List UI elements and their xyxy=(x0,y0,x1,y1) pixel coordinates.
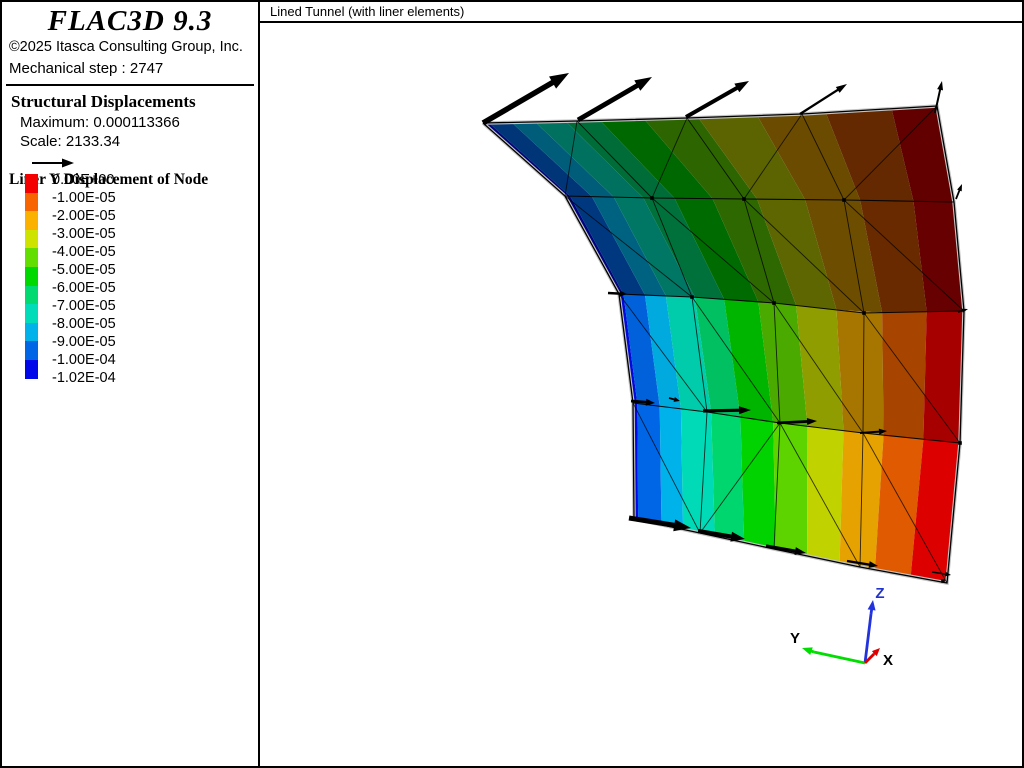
axis-line xyxy=(813,650,866,665)
mesh-node-tick xyxy=(772,301,776,305)
contour-band xyxy=(807,426,844,563)
z-axis-label: Z xyxy=(875,585,884,602)
vector-arrow-head xyxy=(549,73,569,89)
contour-band xyxy=(882,311,927,440)
mesh-node-tick xyxy=(650,196,654,200)
axis-line xyxy=(863,613,873,664)
vector-arrow-shaft xyxy=(481,79,556,126)
vector-arrow-head xyxy=(867,600,876,611)
contour-band xyxy=(637,403,662,525)
vector-arrow-head xyxy=(734,81,749,93)
vector-arrow-shaft xyxy=(630,399,649,404)
axis-triad: Z Y X xyxy=(790,585,893,669)
displacement-contour-mesh xyxy=(483,106,964,583)
contour-band xyxy=(923,311,964,443)
contour-band xyxy=(711,412,745,543)
axis-triad-arrows xyxy=(802,600,880,665)
vector-arrow-head xyxy=(937,81,944,91)
contour-band xyxy=(836,309,884,436)
mesh-node-tick xyxy=(862,311,866,315)
contour-band xyxy=(680,408,715,537)
vector-arrow-head xyxy=(802,647,813,655)
contour-band xyxy=(740,417,776,550)
mesh-node-tick xyxy=(742,197,746,201)
vector-arrow-head xyxy=(634,77,652,91)
mesh-node-tick xyxy=(690,295,694,299)
vector-arrow-shaft xyxy=(799,87,841,115)
vector-arrow-shaft xyxy=(702,408,742,413)
vector-arrow-head xyxy=(957,184,962,192)
mesh-node-tick xyxy=(958,441,962,445)
y-axis-label: Y xyxy=(790,630,800,647)
vector-arrow-shaft xyxy=(776,420,810,425)
vector-arrow-shaft xyxy=(576,82,641,123)
mesh-node-tick xyxy=(941,579,945,583)
vector-arrow-shaft xyxy=(607,291,623,296)
model-viewport[interactable]: Z Y X xyxy=(2,2,1024,768)
mesh-node-tick xyxy=(842,198,846,202)
x-axis-label: X xyxy=(883,652,893,669)
vector-arrow-head xyxy=(835,84,847,93)
flac3d-window: FLAC3D 9.3 ©2025 Itasca Consulting Group… xyxy=(0,0,1024,768)
contour-band xyxy=(659,406,684,530)
vector-arrow-shaft xyxy=(685,85,740,119)
